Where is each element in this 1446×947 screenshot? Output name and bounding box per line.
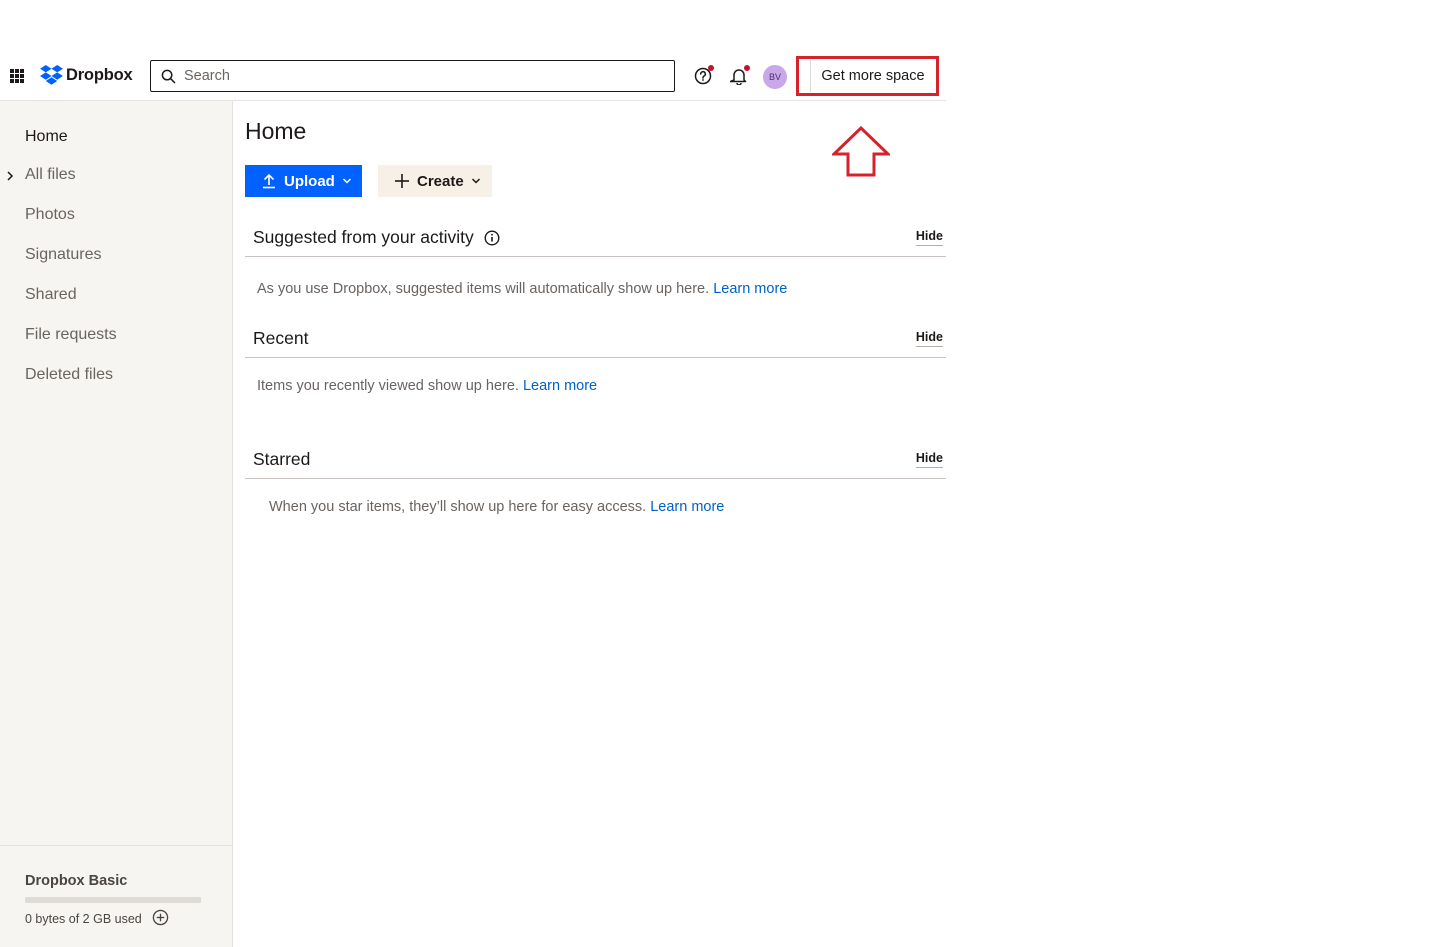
plan-usage-panel: Dropbox Basic 0 bytes of 2 GB used: [0, 845, 232, 947]
suggested-learn-more-link[interactable]: Learn more: [713, 281, 787, 297]
suggested-title-text: Suggested from your activity: [253, 227, 474, 247]
sidebar-item-file-requests[interactable]: File requests: [25, 326, 117, 344]
notifications-button[interactable]: [729, 65, 750, 90]
avatar[interactable]: BV: [763, 65, 787, 89]
add-storage-icon[interactable]: [152, 909, 169, 926]
upload-button[interactable]: Upload: [245, 165, 362, 197]
recent-body: Items you recently viewed show up here.: [257, 378, 519, 394]
starred-hide-button[interactable]: Hide: [915, 451, 943, 468]
get-more-space-label: Get more space: [810, 60, 925, 92]
recent-learn-more-link[interactable]: Learn more: [523, 378, 597, 394]
sidebar-item-signatures[interactable]: Signatures: [25, 246, 102, 264]
sidebar: Home All files Photos Signatures Shared …: [0, 101, 233, 947]
annotation-arrow-up-icon: [832, 126, 890, 177]
chevron-down-icon: [342, 178, 351, 184]
starred-learn-more-link[interactable]: Learn more: [650, 499, 724, 515]
starred-section: Starred Hide When you star items, they’l…: [245, 441, 946, 515]
starred-title: Starred: [253, 449, 311, 469]
help-notification-dot: [708, 65, 714, 71]
search-icon: [161, 69, 176, 83]
top-bar: Dropbox BV Get more space: [0, 52, 946, 101]
suggested-title: Suggested from your activity: [253, 227, 500, 248]
plus-icon: [395, 174, 409, 188]
suggested-body: As you use Dropbox, suggested items will…: [257, 281, 710, 297]
storage-usage-bar: [25, 897, 201, 903]
sidebar-item-deleted-files[interactable]: Deleted files: [25, 366, 113, 384]
info-icon[interactable]: [484, 229, 500, 246]
recent-empty-text: Items you recently viewed show up here. …: [257, 378, 597, 394]
suggested-hide-button[interactable]: Hide: [915, 229, 943, 246]
suggested-section: Suggested from your activity Hide As you…: [245, 219, 946, 297]
app-grid-icon[interactable]: [10, 69, 24, 83]
plan-name: Dropbox Basic: [25, 873, 128, 889]
search-input[interactable]: [184, 68, 654, 84]
dropbox-icon: [40, 65, 63, 85]
suggested-empty-text: As you use Dropbox, suggested items will…: [257, 281, 787, 297]
upload-icon: [263, 173, 275, 189]
recent-header: Recent Hide: [245, 320, 946, 358]
sidebar-item-home[interactable]: Home: [25, 128, 68, 146]
create-label: Create: [417, 172, 464, 190]
recent-title: Recent: [253, 328, 309, 348]
chevron-right-icon[interactable]: [5, 170, 15, 182]
storage-usage-text: 0 bytes of 2 GB used: [25, 912, 142, 926]
sidebar-item-shared[interactable]: Shared: [25, 286, 77, 304]
get-more-space-button[interactable]: Get more space: [796, 56, 939, 96]
sidebar-item-all-files[interactable]: All files: [25, 166, 76, 184]
suggested-header: Suggested from your activity Hide: [245, 219, 946, 257]
dropbox-logo[interactable]: Dropbox: [40, 65, 133, 85]
starred-empty-text: When you star items, they’ll show up her…: [269, 499, 724, 515]
search-bar[interactable]: [150, 60, 675, 92]
starred-body: When you star items, they’ll show up her…: [269, 499, 647, 515]
bell-notification-dot: [744, 65, 750, 71]
recent-hide-button[interactable]: Hide: [915, 330, 943, 347]
chevron-down-icon: [471, 178, 480, 184]
sidebar-item-photos[interactable]: Photos: [25, 206, 75, 224]
upload-label: Upload: [284, 172, 335, 190]
page-title: Home: [245, 118, 307, 144]
starred-header: Starred Hide: [245, 441, 946, 479]
create-button[interactable]: Create: [378, 165, 492, 197]
recent-section: Recent Hide Items you recently viewed sh…: [245, 320, 946, 394]
app-name: Dropbox: [66, 65, 133, 84]
help-button[interactable]: [694, 65, 714, 90]
